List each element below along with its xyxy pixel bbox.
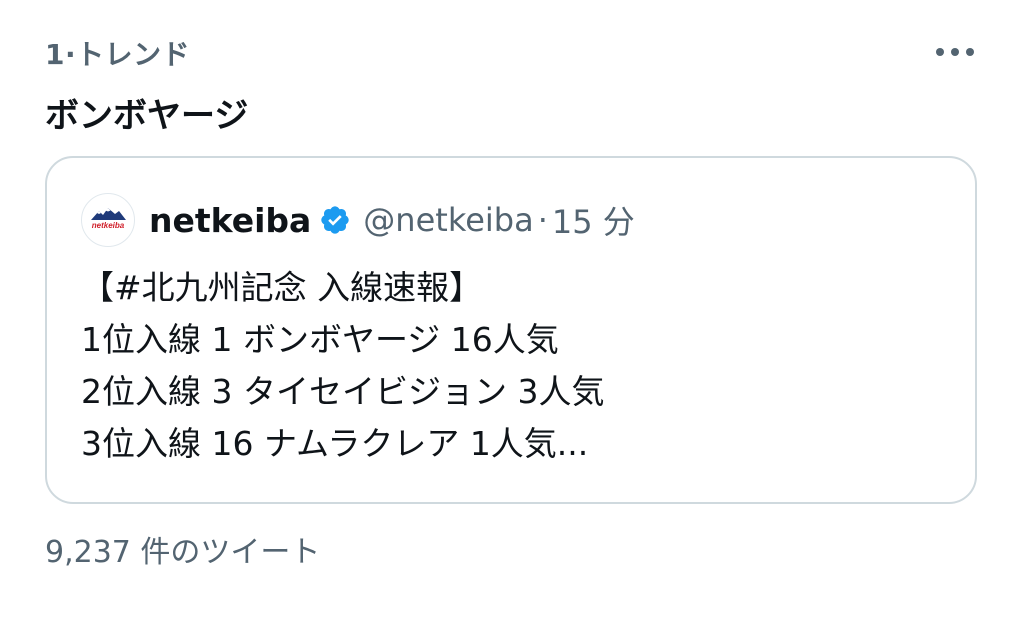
verified-badge-icon — [319, 204, 351, 236]
display-name[interactable]: netkeiba — [149, 201, 311, 240]
user-handle[interactable]: @netkeiba — [363, 201, 533, 239]
tweet-header: netkeiba netkeiba @netkeiba · 15 分 — [81, 192, 635, 248]
trend-item[interactable]: 1·トレンド ボンボヤージ netkeiba netkeiba @netkeib… — [0, 0, 1024, 620]
tweet-count: 9,237 件のツイート — [45, 535, 321, 570]
trend-title: ボンボヤージ — [45, 96, 249, 136]
timestamp[interactable]: 15 分 — [552, 197, 635, 243]
trend-meta: 1·トレンド — [45, 38, 191, 71]
tweet-line: 1位入線 1 ボンボヤージ 16人気 — [81, 320, 559, 359]
avatar-logo-text: netkeiba — [92, 221, 125, 230]
separator-dot: · — [537, 201, 548, 239]
tweet-text: 【#北九州記念 入線速報】 1位入線 1 ボンボヤージ 16人気 2位入線 3 … — [81, 262, 941, 470]
quote-tweet[interactable]: netkeiba netkeiba @netkeiba · 15 分 【#北九州… — [45, 156, 977, 504]
netkeiba-logo: netkeiba — [91, 208, 126, 230]
tweet-line: 2位入線 3 タイセイビジョン 3人気 — [81, 372, 605, 411]
more-options-button[interactable] — [928, 34, 982, 70]
tweet-line: 3位入線 16 ナムラクレア 1人気... — [81, 424, 589, 463]
avatar[interactable]: netkeiba — [81, 193, 135, 247]
tweet-line: 【#北九州記念 入線速報】 — [81, 268, 483, 307]
more-horizontal-icon — [935, 47, 975, 57]
